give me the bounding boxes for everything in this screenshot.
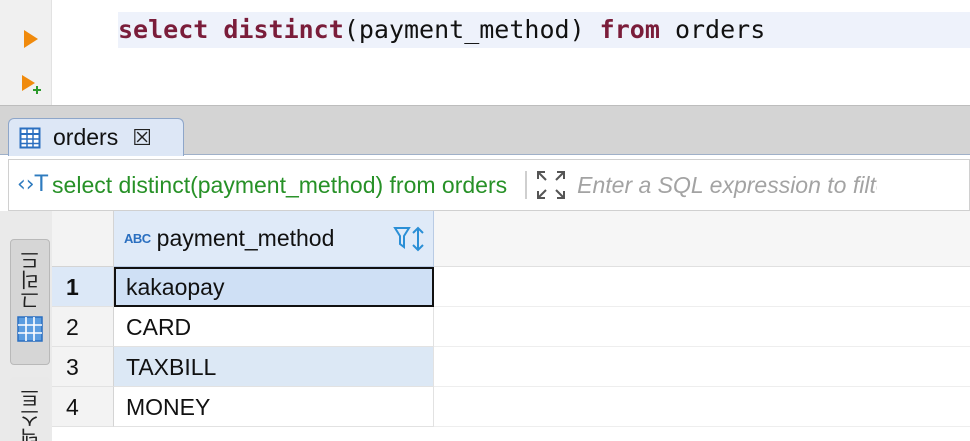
- sql-keyword: distinct: [223, 15, 344, 44]
- filter-separator: [525, 171, 528, 199]
- grid-view-tab[interactable]: 그리드: [10, 239, 50, 365]
- row-filler: [434, 387, 970, 427]
- result-grid: ABC payment_method 1 kakaopay 2 CARD 3 T…: [52, 211, 970, 441]
- table-row[interactable]: 1 kakaopay: [52, 267, 970, 307]
- row-number[interactable]: 2: [52, 307, 114, 347]
- table-row[interactable]: 4 MONEY: [52, 387, 970, 427]
- text-view-label: 텍스트: [18, 388, 43, 441]
- editor-gutter: [0, 0, 52, 105]
- table-row[interactable]: 3 TAXBILL: [52, 347, 970, 387]
- tab-orders[interactable]: orders ☒: [8, 118, 184, 156]
- grid-cell[interactable]: TAXBILL: [114, 347, 434, 387]
- close-icon[interactable]: ☒: [132, 126, 152, 149]
- header-filler: [434, 211, 970, 267]
- table-row[interactable]: 2 CARD: [52, 307, 970, 347]
- sql-keyword: select: [118, 15, 209, 44]
- column-header-payment-method[interactable]: ABC payment_method: [114, 211, 434, 267]
- column-name: payment_method: [156, 225, 335, 251]
- sql-editor[interactable]: select distinct(payment_method) from ord…: [0, 0, 970, 105]
- string-type-icon: ABC: [124, 231, 151, 246]
- play-plus-icon: [22, 75, 41, 94]
- row-filler: [434, 307, 970, 347]
- executed-query-text: select distinct(payment_method) from ord…: [52, 171, 508, 198]
- filter-expression-input[interactable]: [577, 171, 878, 199]
- row-filler: [434, 267, 970, 307]
- result-view-switcher: 그리드 텍스트: [0, 211, 52, 441]
- tab-label: orders: [53, 124, 119, 150]
- grid-view-label: 그리드: [18, 250, 43, 310]
- result-tab-strip: orders ☒: [0, 105, 970, 156]
- play-icon: [24, 30, 38, 48]
- row-number[interactable]: 4: [52, 387, 114, 427]
- row-number[interactable]: 1: [52, 267, 114, 307]
- sql-text: orders: [659, 15, 766, 44]
- grid-corner[interactable]: [52, 211, 114, 267]
- grid-cell[interactable]: CARD: [114, 307, 434, 347]
- expand-icon[interactable]: [535, 169, 567, 201]
- text-view-tab[interactable]: 텍스트: [10, 377, 50, 441]
- table-grid-icon: [19, 127, 41, 148]
- grid-icon: [17, 316, 43, 342]
- sql-code-line[interactable]: select distinct(payment_method) from ord…: [118, 12, 970, 48]
- grid-cell[interactable]: kakaopay: [114, 267, 434, 307]
- row-filler: [434, 347, 970, 387]
- sql-query-icon: ‹›T: [17, 172, 49, 197]
- filter-sort-icon[interactable]: [393, 225, 427, 253]
- execute-new-tab-button[interactable]: [20, 74, 42, 96]
- execute-statement-button[interactable]: [20, 28, 42, 50]
- sql-keyword: from: [599, 15, 660, 44]
- row-number[interactable]: 3: [52, 347, 114, 387]
- grid-cell[interactable]: MONEY: [114, 387, 434, 427]
- sql-text: (payment_method): [343, 15, 600, 44]
- result-filter-bar: ‹›T select distinct(payment_method) from…: [8, 159, 970, 211]
